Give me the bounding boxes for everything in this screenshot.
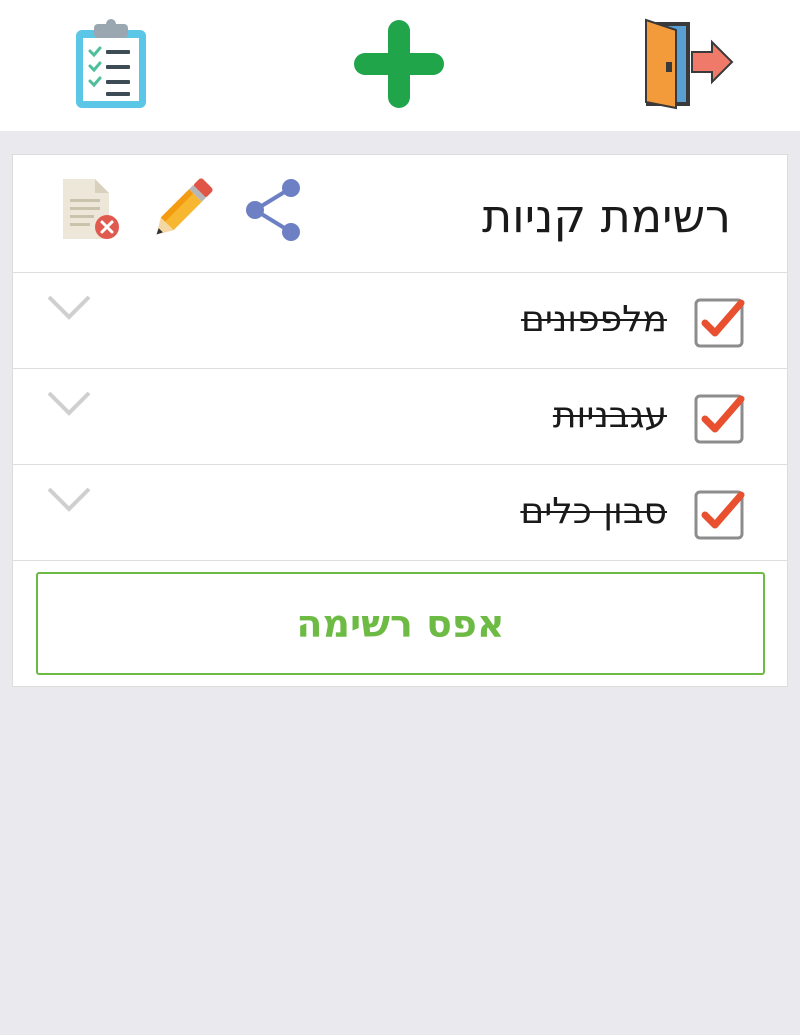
plus-icon[interactable] [352,18,446,110]
shopping-list-card: רשימת קניות מלפפונים עגבניות סבון כלים א… [12,154,788,687]
checkbox-checked-icon[interactable] [693,295,747,349]
list-header: רשימת קניות [13,155,787,273]
reset-list-button[interactable]: אפס רשימה [36,572,765,675]
chevron-down-icon[interactable] [45,483,93,517]
clipboard-checklist-icon[interactable] [72,18,150,110]
top-toolbar [0,0,800,131]
checkbox-checked-icon[interactable] [693,391,747,445]
checkbox-checked-icon[interactable] [693,487,747,541]
reset-list-label: אפס רשימה [296,601,505,646]
chevron-down-icon[interactable] [45,387,93,421]
list-item[interactable]: סבון כלים [13,465,787,561]
chevron-down-icon[interactable] [45,291,93,325]
list-item[interactable]: עגבניות [13,369,787,465]
delete-document-icon[interactable] [57,175,123,243]
share-icon[interactable] [241,177,305,243]
exit-door-icon[interactable] [640,16,734,110]
item-label: סבון כלים [520,491,667,532]
list-title: רשימת קניות [481,189,731,243]
item-label: עגבניות [552,395,667,436]
pencil-icon[interactable] [147,175,217,243]
list-item[interactable]: מלפפונים [13,273,787,369]
item-label: מלפפונים [520,299,667,340]
